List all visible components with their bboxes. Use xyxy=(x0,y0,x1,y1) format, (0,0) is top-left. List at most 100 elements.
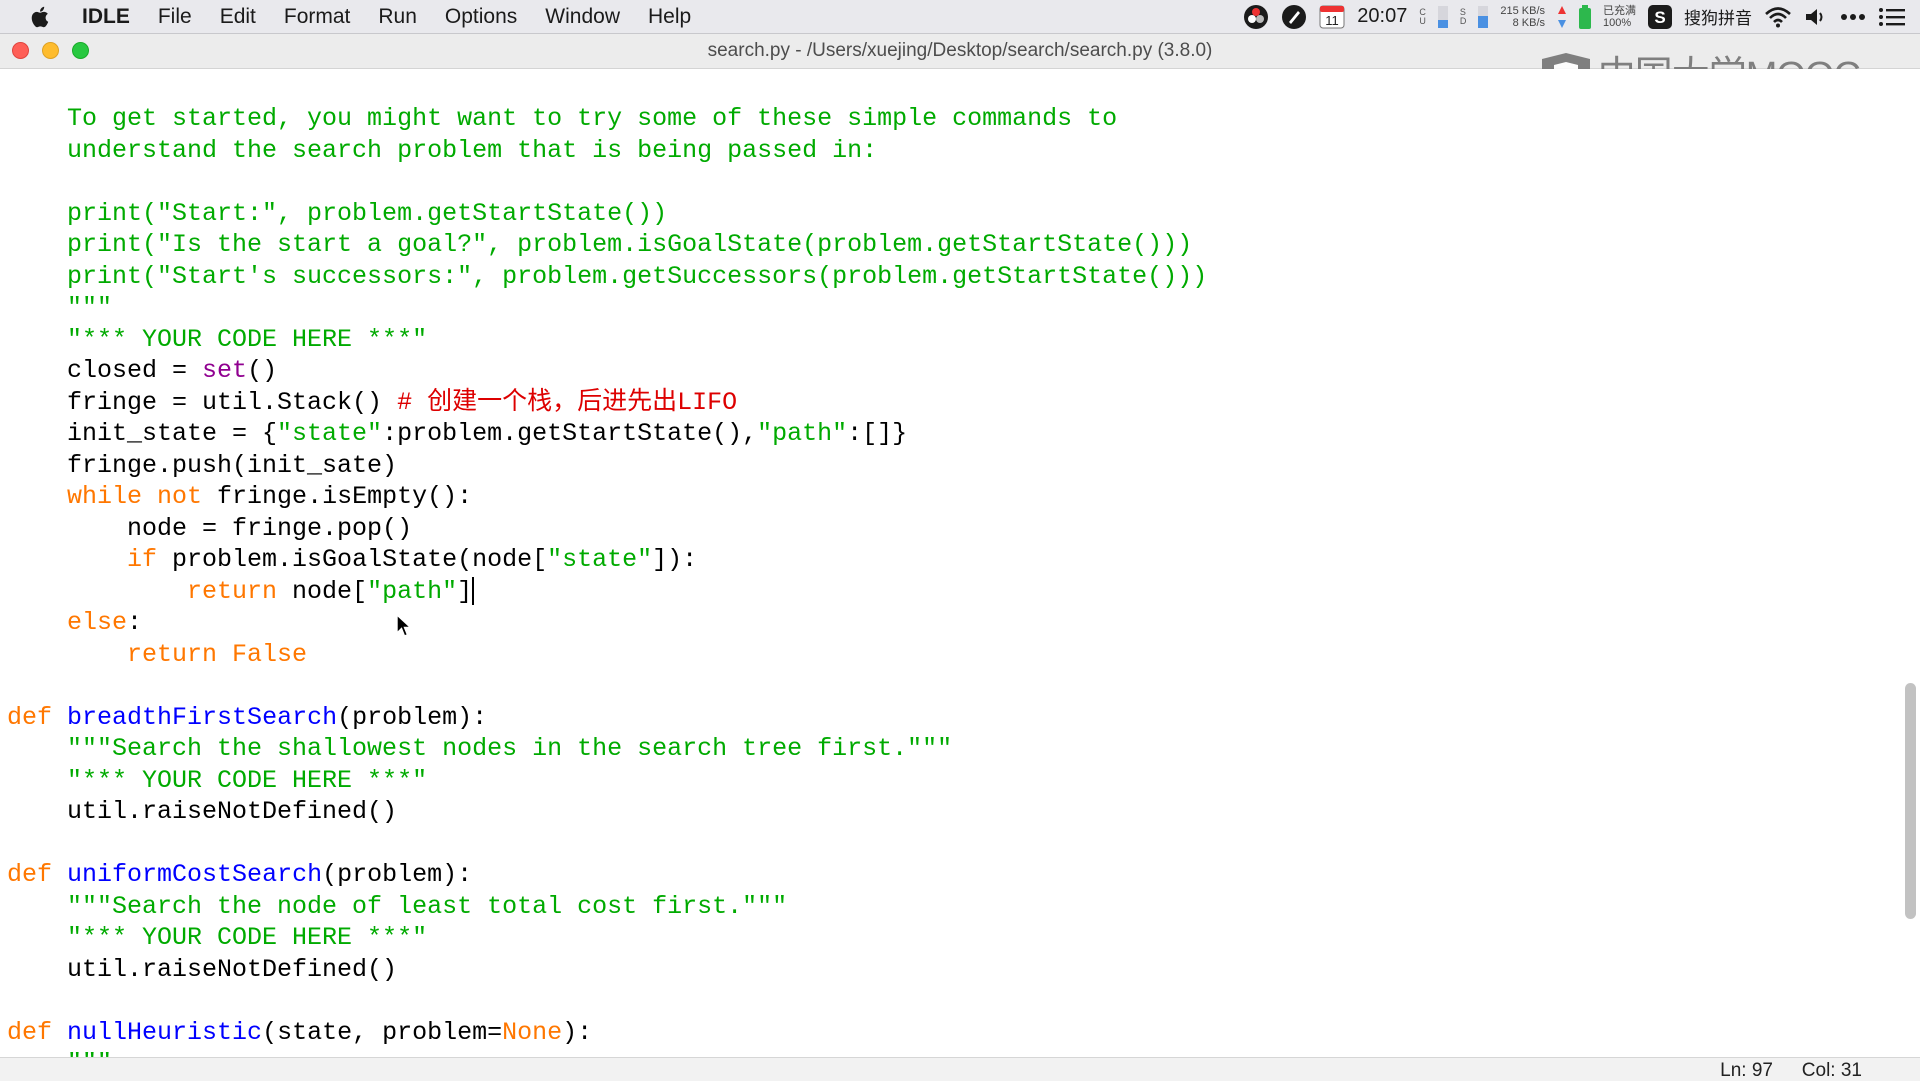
code-token: init_state = { xyxy=(7,419,278,448)
code-token: print("Start's successors:", problem.get… xyxy=(7,261,1208,291)
code-line[interactable]: while not fringe.isEmpty(): xyxy=(7,481,1207,513)
code-token: """Search the shallowest nodes in the se… xyxy=(7,734,953,763)
code-editor[interactable]: To get started, you might want to try so… xyxy=(0,69,1900,1057)
mouse-pointer-icon xyxy=(396,614,412,637)
code-token: None xyxy=(502,1017,563,1047)
notification-center-icon[interactable] xyxy=(1878,7,1906,27)
code-token: ): xyxy=(562,1017,593,1047)
cpu-monitor[interactable]: C U xyxy=(1419,7,1426,26)
code-token: fringe.isEmpty(): xyxy=(202,482,473,511)
code-line[interactable]: """Search the shallowest nodes in the se… xyxy=(7,733,1207,765)
code-line[interactable]: understand the search problem that is be… xyxy=(7,135,1207,167)
code-line[interactable]: return node["path"] xyxy=(7,576,1207,608)
code-line[interactable]: """Search the node of least total cost f… xyxy=(7,891,1207,923)
code-line[interactable]: To get started, you might want to try so… xyxy=(7,103,1207,135)
code-line[interactable]: fringe.push(init_sate) xyxy=(7,450,1207,482)
code-token: else xyxy=(7,608,128,637)
code-token: problem.isGoalState(node[ xyxy=(157,545,548,574)
clock[interactable]: 20:07 xyxy=(1357,5,1407,28)
code-line[interactable]: else: xyxy=(7,607,1207,639)
cpu-label-2: U xyxy=(1419,15,1426,26)
scrollbar-thumb[interactable] xyxy=(1905,683,1916,919)
code-line[interactable]: node = fringe.pop() xyxy=(7,513,1207,545)
code-token: "*** YOUR CODE HERE ***" xyxy=(7,765,428,795)
net-down-speed: 8 KB/s xyxy=(1512,16,1545,29)
code-line[interactable]: print("Start:", problem.getStartState()) xyxy=(7,198,1207,230)
battery-icon[interactable] xyxy=(1579,4,1591,29)
app-status-icon[interactable] xyxy=(1281,4,1307,30)
wifi-icon[interactable] xyxy=(1764,6,1792,28)
code-token: To get started, you might want to try so… xyxy=(7,104,1118,133)
code-token: ] xyxy=(457,576,473,606)
code-token: "state" xyxy=(277,419,383,448)
code-line[interactable]: closed = set() xyxy=(7,355,1207,387)
volume-icon[interactable] xyxy=(1804,6,1828,28)
code-token: return xyxy=(7,576,278,606)
code-line[interactable]: "*** YOUR CODE HERE ***" xyxy=(7,324,1207,356)
code-line[interactable]: init_state = {"state":problem.getStartSt… xyxy=(7,418,1207,450)
code-line[interactable]: return False xyxy=(7,639,1207,671)
text-cursor xyxy=(472,577,474,605)
code-token: (problem): xyxy=(337,702,488,732)
code-token: fringe = util.Stack() xyxy=(7,387,398,417)
input-method-label[interactable]: 搜狗拼音 xyxy=(1684,4,1752,29)
code-token: set xyxy=(202,356,248,385)
code-line[interactable]: util.raiseNotDefined() xyxy=(7,796,1207,828)
code-line[interactable]: def breadthFirstSearch(problem): xyxy=(7,702,1207,734)
code-token: if xyxy=(7,545,158,574)
code-line[interactable]: if problem.isGoalState(node["state"]): xyxy=(7,544,1207,576)
code-token: print("Is the start a goal?", problem.is… xyxy=(7,230,1193,259)
menu-window[interactable]: Window xyxy=(531,5,634,29)
column-number: Col: 31 xyxy=(1801,1060,1862,1081)
apple-menu-icon[interactable] xyxy=(0,4,82,30)
disk-monitor[interactable]: S D xyxy=(1460,7,1467,26)
code-token: (problem): xyxy=(322,860,473,889)
battery-percent: 100% xyxy=(1603,16,1632,29)
cpu-bar-icon xyxy=(1437,5,1448,28)
code-token: print("Start:", problem.getStartState()) xyxy=(7,198,668,228)
code-line[interactable]: def uniformCostSearch(problem): xyxy=(7,859,1207,891)
code-line[interactable]: ​ xyxy=(7,985,1207,1017)
line-number: Ln: 97 xyxy=(1720,1060,1773,1081)
code-line[interactable]: print("Is the start a goal?", problem.is… xyxy=(7,229,1207,261)
screen-recorder-icon[interactable] xyxy=(1243,4,1269,30)
battery-charge-label: 已充满 xyxy=(1603,4,1636,17)
code-token: util.raiseNotDefined() xyxy=(7,797,398,826)
menu-help[interactable]: Help xyxy=(634,5,705,29)
code-token: "path" xyxy=(367,576,458,606)
code-line[interactable]: ​ xyxy=(7,166,1207,198)
code-token: uniformCostSearch xyxy=(67,860,323,889)
more-icon[interactable] xyxy=(1840,13,1866,21)
code-token: "state" xyxy=(547,545,653,574)
menu-options[interactable]: Options xyxy=(431,5,531,29)
code-line[interactable]: """ xyxy=(7,1048,1207,1057)
network-speed[interactable]: 215 KB/s 8 KB/s xyxy=(1500,5,1545,29)
code-line[interactable]: "*** YOUR CODE HERE ***" xyxy=(7,765,1207,797)
menu-edit[interactable]: Edit xyxy=(206,5,270,29)
menu-file[interactable]: File xyxy=(144,5,206,29)
menu-bar: IDLE File Edit Format Run Options Window… xyxy=(0,0,1920,34)
code-line[interactable]: """ xyxy=(7,292,1207,324)
sogou-input-icon[interactable]: S xyxy=(1648,4,1672,29)
code-line[interactable]: print("Start's successors:", problem.get… xyxy=(7,261,1207,293)
code-token: def xyxy=(7,702,53,732)
code-line[interactable]: ​ xyxy=(7,670,1207,702)
code-token: # 创建一个栈，后进先出LIFO xyxy=(397,387,738,417)
code-line[interactable]: "*** YOUR CODE HERE ***" xyxy=(7,922,1207,954)
code-token: closed = xyxy=(7,356,203,385)
menu-app-idle[interactable]: IDLE xyxy=(82,5,144,29)
menu-run[interactable]: Run xyxy=(364,5,431,29)
code-token: () xyxy=(247,356,278,385)
calendar-icon[interactable]: 11 xyxy=(1319,5,1345,29)
code-token: """ xyxy=(7,293,113,322)
code-line[interactable]: fringe = util.Stack() # 创建一个栈，后进先出LIFO xyxy=(7,387,1207,419)
code-line[interactable]: def nullHeuristic(state, problem=None): xyxy=(7,1017,1207,1049)
code-token: def xyxy=(7,1017,53,1047)
code-line[interactable]: util.raiseNotDefined() xyxy=(7,954,1207,986)
code-token: breadthFirstSearch xyxy=(67,702,338,732)
code-text[interactable]: To get started, you might want to try so… xyxy=(7,103,1207,1057)
menu-format[interactable]: Format xyxy=(270,5,365,29)
code-token: :problem.getStartState(), xyxy=(382,419,758,448)
code-line[interactable]: ​ xyxy=(7,828,1207,860)
